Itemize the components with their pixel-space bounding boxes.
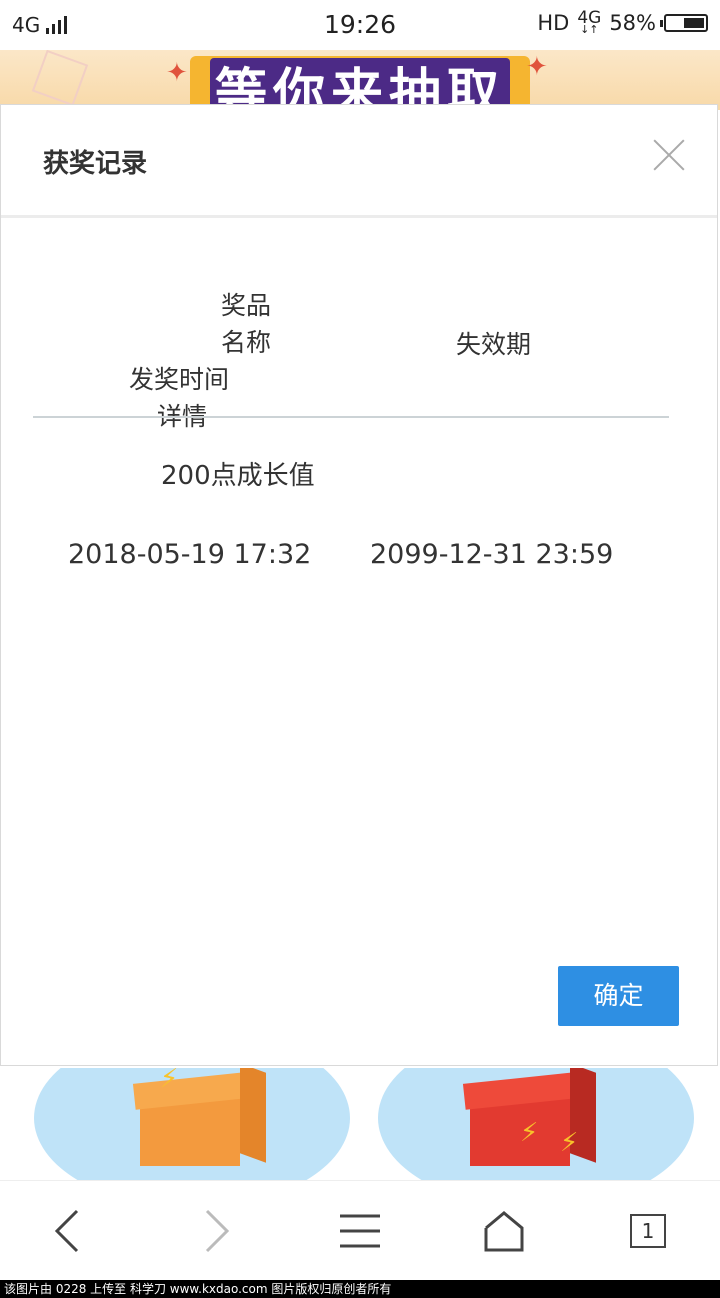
close-icon[interactable] <box>651 137 687 173</box>
row-issue-time: 2018-05-19 17:32 <box>68 539 312 570</box>
chevron-left-icon <box>54 1209 79 1253</box>
data-activity-icon: 4G ↓↑ <box>577 8 602 36</box>
lightning-icon: ⚡ <box>560 1128 579 1158</box>
browser-toolbar: 1 <box>0 1180 720 1281</box>
diamond-icon <box>31 50 89 107</box>
column-header-group: 奖品名称 发奖时间 详情 <box>101 287 271 435</box>
promo-banner: ✦ ✦ 等你来抽取 <box>0 50 720 110</box>
row-prize-name: 200点成长值 <box>161 461 315 491</box>
banner-title: 等你来抽取 <box>210 58 510 110</box>
column-issue-time: 发奖时间 <box>129 365 230 394</box>
battery-percent: 58% <box>609 11 656 35</box>
column-expiry: 失效期 <box>456 330 532 359</box>
menu-button[interactable] <box>330 1203 390 1259</box>
dialog-title: 获奖记录 <box>43 149 148 179</box>
chevron-right-icon <box>205 1209 230 1253</box>
tab-count: 1 <box>630 1214 666 1248</box>
battery-icon <box>660 14 708 32</box>
hd-label: HD <box>537 11 570 35</box>
lightning-icon: ⚡ <box>160 1068 179 1094</box>
row-expiry: 2099-12-31 23:59 <box>370 539 614 570</box>
home-button[interactable] <box>474 1203 534 1259</box>
forward-button[interactable] <box>186 1203 246 1259</box>
confirm-button[interactable]: 确定 <box>558 966 679 1026</box>
status-right: HD 4G ↓↑ 58% <box>537 8 708 36</box>
sparkle-icon: ✦ <box>166 58 188 88</box>
sparkle-icon: ✦ <box>526 52 548 82</box>
tabs-button[interactable]: 1 <box>618 1203 678 1259</box>
menu-icon <box>340 1214 380 1248</box>
back-button[interactable] <box>38 1203 98 1259</box>
header-divider <box>33 416 669 418</box>
home-icon <box>484 1211 524 1252</box>
lightning-icon: ⚡ <box>520 1118 539 1148</box>
column-prize-name: 奖品名称 <box>221 291 272 357</box>
watermark-strip: 该图片由 0228 上传至 科学刀 www.kxdao.com 图片版权归原创者… <box>0 1280 720 1298</box>
prize-record-dialog: 获奖记录 奖品名称 发奖时间 详情 失效期 200点成长值 2018-05-19… <box>0 104 718 1066</box>
prize-area: ⚡ ⚡ ⚡ <box>0 1068 720 1180</box>
dialog-header: 获奖记录 <box>1 105 717 218</box>
status-bar: 4G 19:26 HD 4G ↓↑ 58% <box>0 0 720 50</box>
